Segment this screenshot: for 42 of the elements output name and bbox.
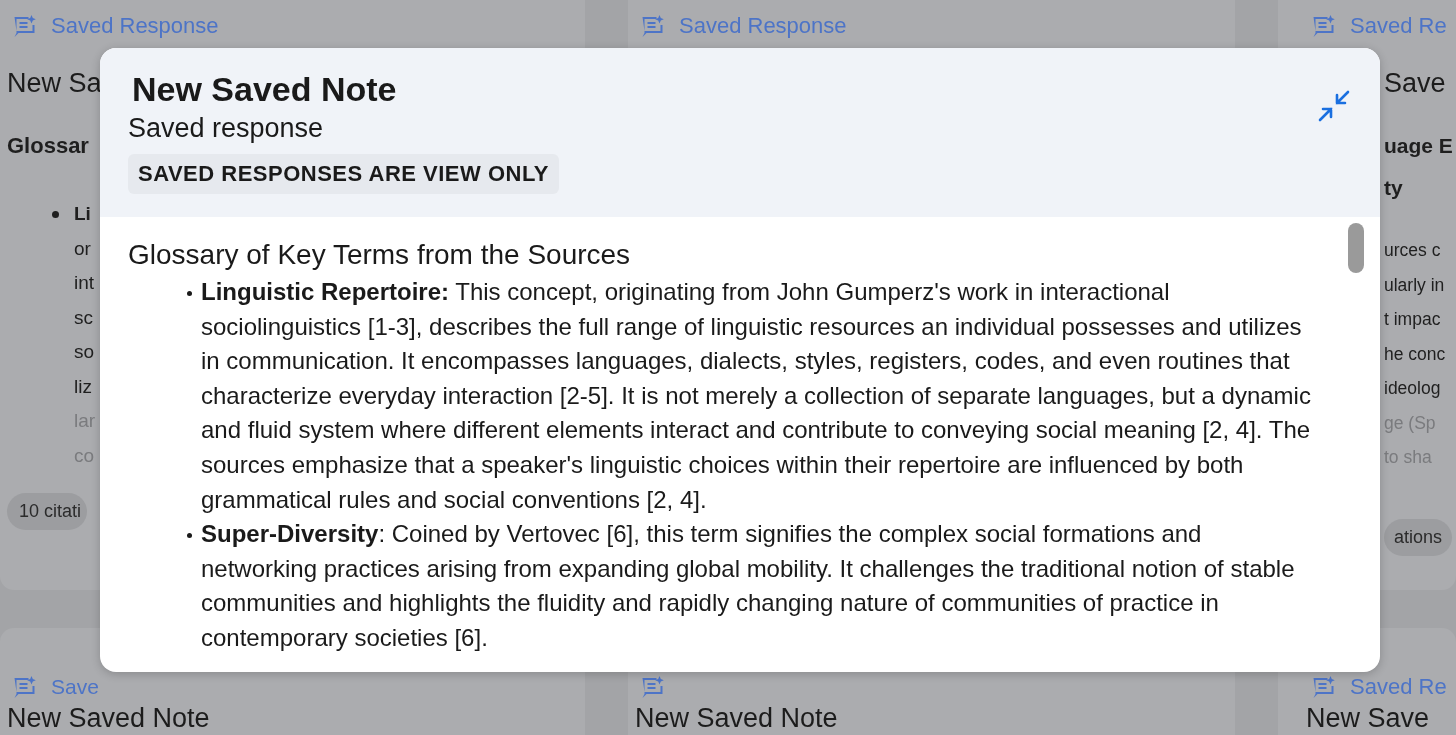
- card-title: New Saved Note: [7, 703, 210, 734]
- note-sparkle-icon: [641, 14, 665, 38]
- card-label[interactable]: Saved Response: [51, 13, 219, 39]
- card-text: t impac: [1384, 308, 1442, 331]
- card-text: ularly in: [1384, 273, 1446, 297]
- card-label[interactable]: Saved Re: [1350, 674, 1447, 700]
- citations-chip[interactable]: ations: [1384, 518, 1453, 556]
- dialog-subtitle: Saved response: [128, 113, 324, 144]
- dialog-title: New Saved Note: [132, 70, 397, 109]
- card-title: New Saved Note: [635, 703, 838, 734]
- card-label[interactable]: Save: [51, 675, 99, 699]
- view-only-notice: SAVED RESPONSES ARE VIEW ONLY: [128, 154, 559, 194]
- card-text: int: [74, 271, 96, 295]
- section-heading: Glossary of Key Terms from the Sources: [128, 239, 632, 271]
- card-text: Li: [74, 202, 92, 226]
- card-heading: uage E: [1384, 133, 1453, 159]
- card-text: urces c: [1384, 239, 1442, 262]
- glossary-entry: Super-Diversity: Coined by Vertovec [6], this term signifies the complex social formations and networking practices arising from expanding global mobility. It challenges the traditional notion of stable communities and highlights the fluidity and rapidly changing nature of communities of practice in contemporary societies [6].: [201, 519, 1296, 653]
- card-label[interactable]: Saved Re: [1350, 13, 1447, 39]
- card-text: ideolog: [1384, 377, 1442, 400]
- card-heading: Glossar: [7, 132, 89, 160]
- card-heading: ty: [1384, 175, 1404, 201]
- card-text: or: [74, 236, 92, 261]
- note-sparkle-icon: [641, 675, 665, 699]
- card-text: liz: [74, 374, 93, 399]
- card-text: he conc: [1384, 342, 1446, 366]
- note-sparkle-icon: [13, 675, 37, 699]
- card-title: New Sa: [7, 68, 102, 99]
- note-sparkle-icon: [1312, 14, 1336, 38]
- note-sparkle-icon: [1312, 675, 1336, 699]
- card-text: so: [74, 340, 96, 364]
- bullet-icon: [187, 533, 192, 539]
- glossary-entry: Linguistic Repertoire: This concept, originating from John Gumperz's work in interactional sociolinguistics [1-3], describes the full range of linguistic resources an individual possesses and utilizes in communication. It encompasses languages, dialects, styles, registers, codes, and even routines that characterize everyday interaction [2-5]. It is not merely a collection of separate languages, but a dynamic and fluid system where different elements interact and contribute to conveying social meaning [2, 4]. The sources emphasize that a speaker's linguistic choices within their repertoire are influenced by both grammatical rules and social conventions [2, 4].: [201, 277, 1312, 515]
- collapse-button[interactable]: [1316, 88, 1352, 124]
- card-title: New Save: [1306, 703, 1430, 734]
- citations-chip[interactable]: 10 citati: [7, 493, 88, 530]
- bullet-icon: [187, 291, 192, 296]
- scrollbar-thumb[interactable]: [1348, 223, 1364, 273]
- card-label[interactable]: Saved Response: [679, 13, 847, 39]
- card-text: sc: [74, 305, 94, 330]
- card-title: Save: [1384, 68, 1446, 99]
- note-sparkle-icon: [13, 14, 37, 38]
